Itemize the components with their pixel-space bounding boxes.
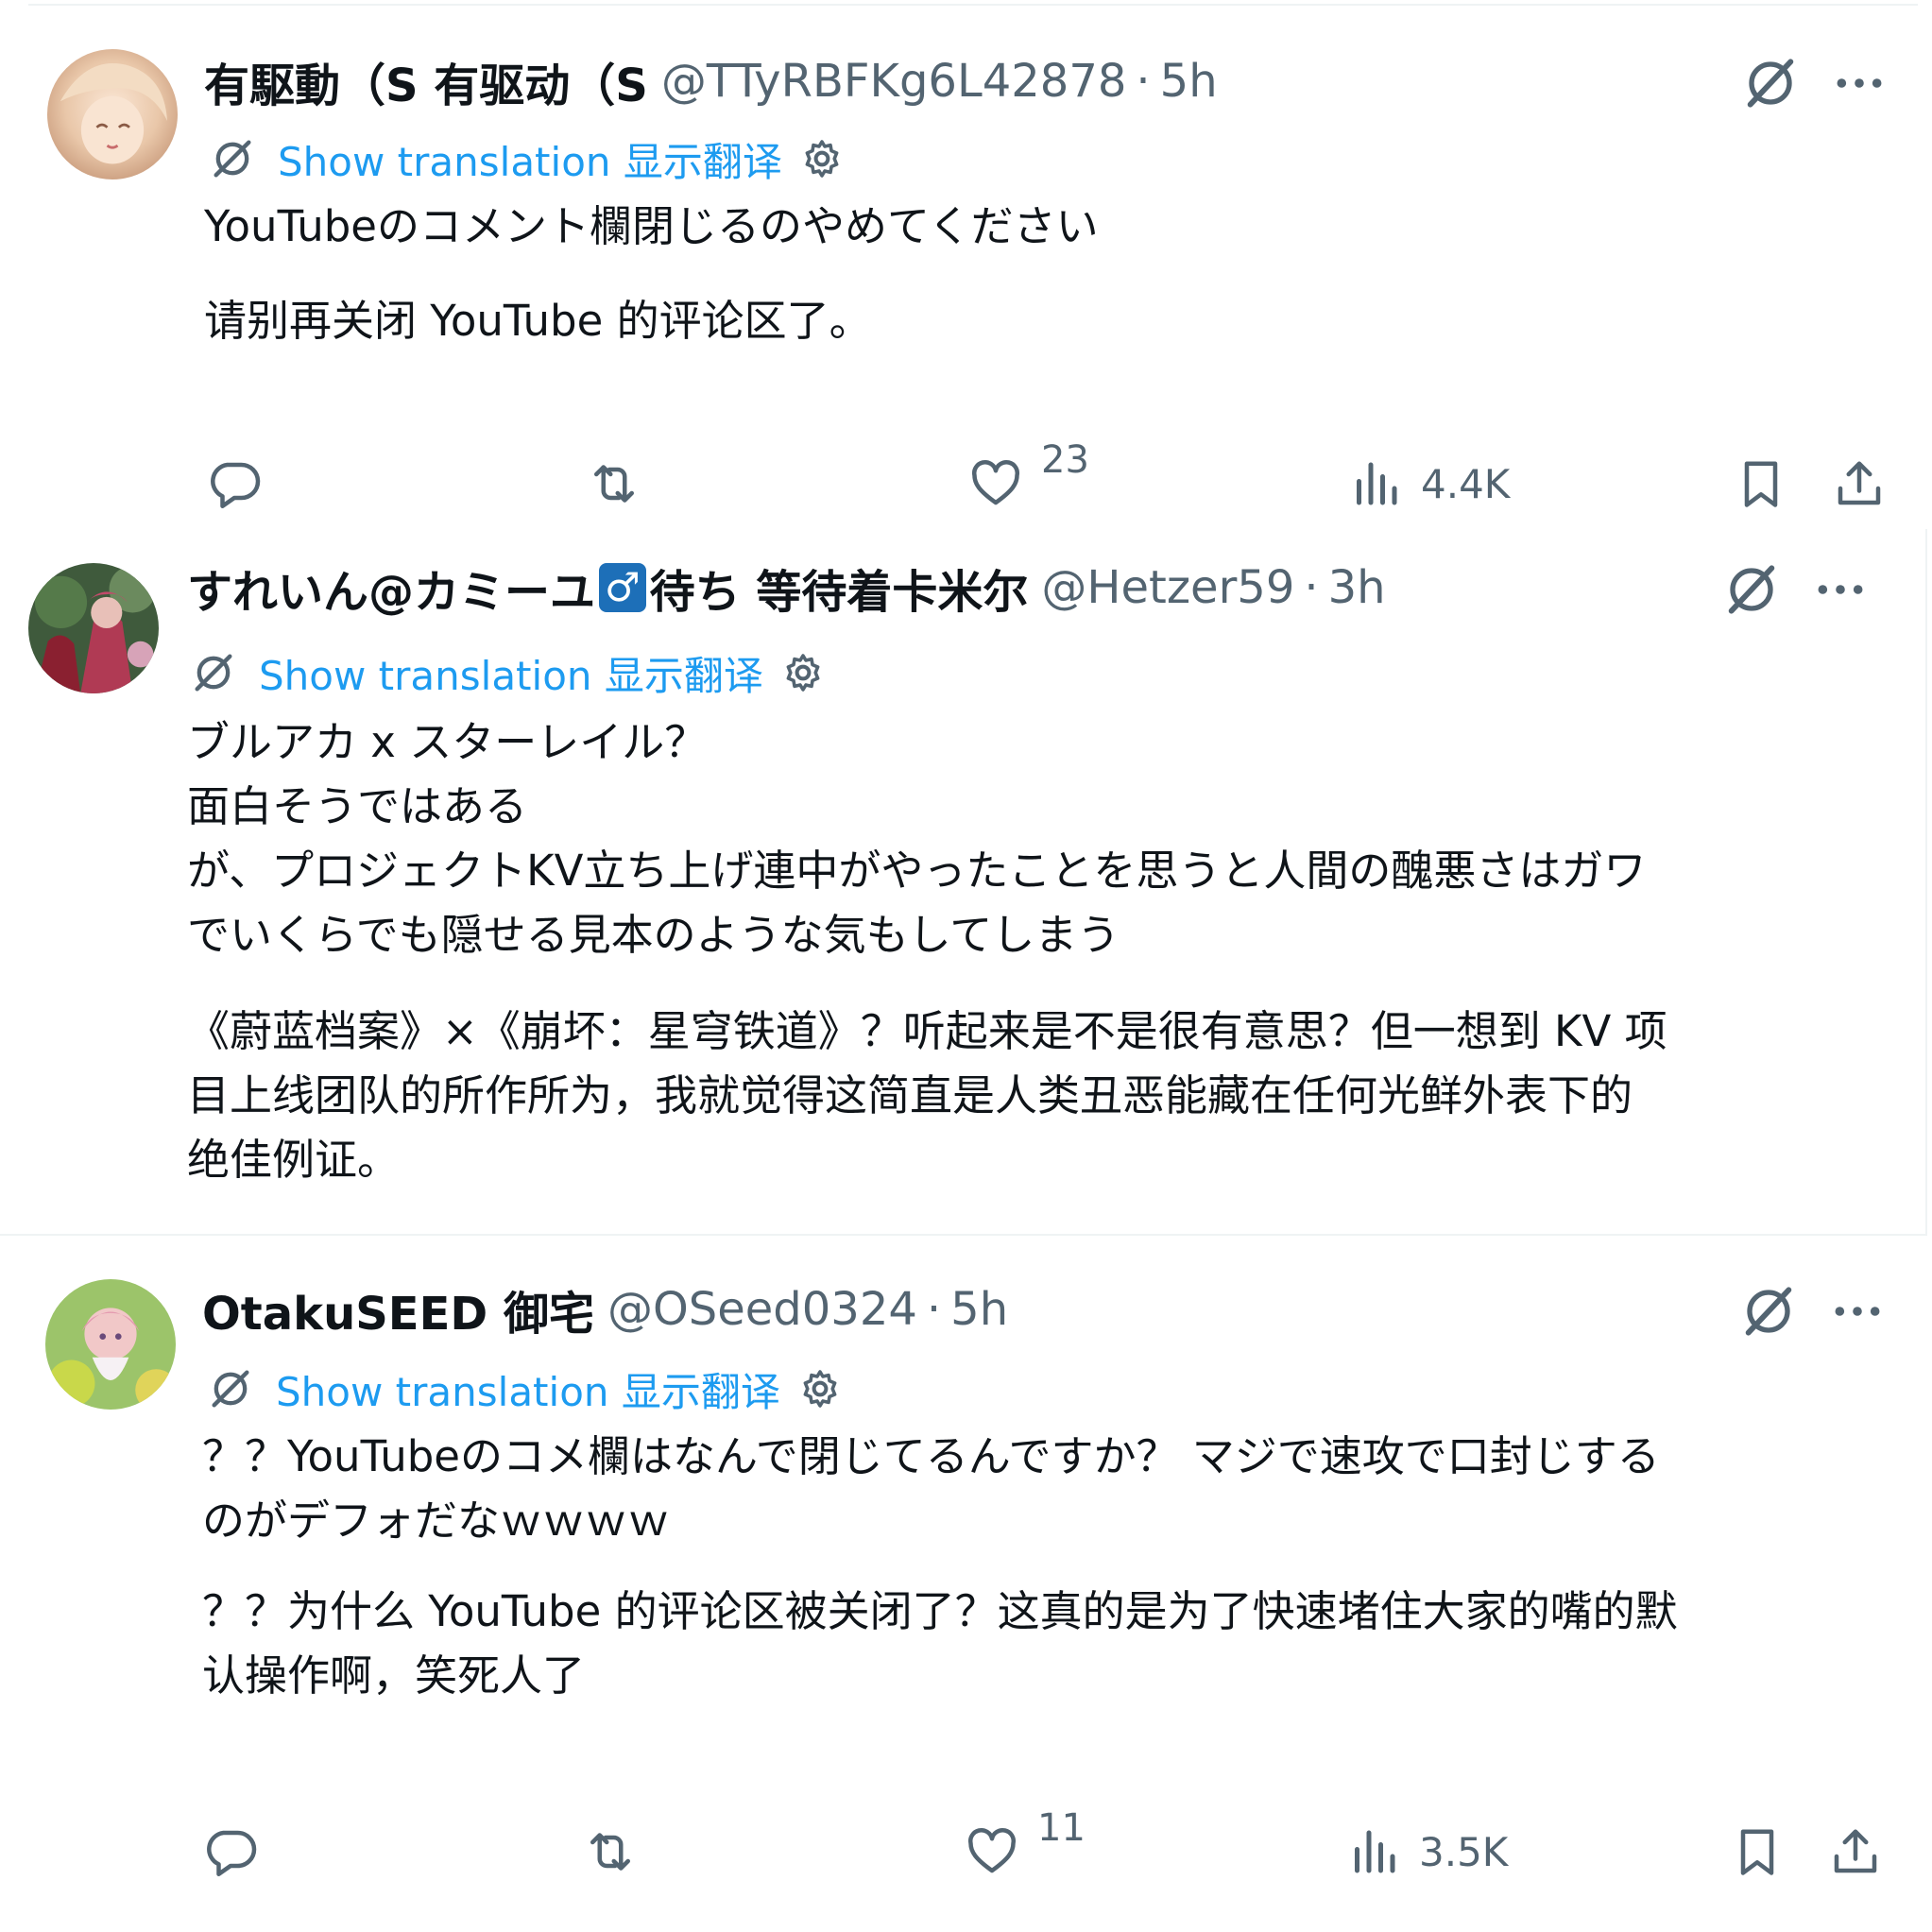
display-name[interactable]: 有駆動（S 有驱动（S <box>204 48 648 114</box>
separator-dot: · <box>926 1283 942 1336</box>
show-translation-row[interactable]: Show translation 显示翻译 <box>208 130 845 187</box>
bookmark-button[interactable] <box>1733 455 1789 512</box>
tweet-header: OtakuSEED 御宅 @OSeed0324 · 5h <box>202 1276 1008 1342</box>
reply-icon <box>207 1830 257 1876</box>
like-button[interactable]: 23 <box>967 438 1089 512</box>
translate-icon <box>189 648 238 697</box>
male-sign-emoji: ♂ <box>599 563 646 612</box>
translate-icon <box>206 1364 255 1413</box>
separator-dot: · <box>1136 55 1151 108</box>
gear-icon[interactable] <box>799 136 845 181</box>
display-name-part1[interactable]: すれいん@カミーユ <box>187 555 595 621</box>
show-translation-link[interactable]: Show translation 显示翻译 <box>276 1360 780 1418</box>
avatar[interactable] <box>28 563 159 693</box>
views-button[interactable]: 4.4K <box>1347 455 1510 512</box>
tweet-original-text: ブルアカ x スターレイル？ 面白そうではある が、プロジェクトKV立ち上げ連中… <box>187 717 1647 960</box>
show-translation-link[interactable]: Show translation 显示翻译 <box>278 130 782 188</box>
tweet-original-text: ？？YouTubeのコメ欄はなんで閉じてるんですか？ マジで速攻で口封じする の… <box>202 1431 1660 1546</box>
retweet-icon <box>594 465 634 503</box>
timestamp[interactable]: 5h <box>950 1283 1008 1336</box>
action-bar: 11 3.5K <box>0 1806 1932 1891</box>
avatar-image <box>47 49 178 180</box>
translate-icon <box>208 134 257 183</box>
view-count: 3.5K <box>1419 1828 1509 1875</box>
tweet-translated-text: 《蔚蓝档案》×《崩坏：星穹铁道》？听起来是不是很有意思？但一想到 KV 项 目上… <box>187 1006 1667 1185</box>
more-icon[interactable] <box>1810 559 1871 620</box>
grok-icon[interactable] <box>1721 559 1782 620</box>
like-icon <box>971 460 1020 505</box>
like-count: 11 <box>1037 1806 1086 1850</box>
views-button[interactable]: 3.5K <box>1345 1823 1508 1880</box>
show-translation-row[interactable]: Show translation 显示翻译 <box>189 644 826 701</box>
display-name-part2[interactable]: 待ち 等待着卡米尔 <box>650 555 1029 621</box>
retweet-icon <box>590 1833 630 1871</box>
separator-dot: · <box>1304 561 1319 614</box>
timestamp[interactable]: 3h <box>1328 561 1386 614</box>
bookmark-button[interactable] <box>1729 1823 1786 1880</box>
show-translation-link[interactable]: Show translation 显示翻译 <box>259 644 763 702</box>
avatar-image <box>28 563 159 693</box>
view-count: 4.4K <box>1421 460 1511 507</box>
share-icon <box>1834 1829 1877 1873</box>
user-handle[interactable]: @OSeed0324 <box>607 1283 917 1336</box>
views-icon <box>1355 1830 1395 1873</box>
avatar-image <box>45 1279 176 1410</box>
display-name[interactable]: OtakuSEED 御宅 <box>202 1276 594 1342</box>
action-bar: 23 4.4K <box>0 438 1932 523</box>
views-icon <box>1357 462 1397 505</box>
reply-button[interactable] <box>206 455 263 512</box>
reply-button[interactable] <box>202 1823 259 1880</box>
like-button[interactable]: 11 <box>964 1806 1086 1880</box>
gear-icon[interactable] <box>797 1366 843 1411</box>
avatar[interactable] <box>45 1279 176 1410</box>
show-translation-row[interactable]: Show translation 显示翻译 <box>206 1360 843 1417</box>
tweet-original-text: YouTubeのコメント欄閉じるのやめてください <box>204 201 1099 251</box>
more-icon[interactable] <box>1827 1281 1888 1342</box>
share-icon <box>1838 461 1881 505</box>
bookmark-icon <box>1740 1829 1774 1875</box>
tweet-header: 有駆動（S 有驱动（S @TTyRBFKg6L42878 · 5h <box>204 48 1218 114</box>
share-button[interactable] <box>1831 455 1888 512</box>
user-handle[interactable]: @Hetzer59 <box>1041 561 1294 614</box>
timestamp[interactable]: 5h <box>1160 55 1218 108</box>
tweet-3[interactable]: OtakuSEED 御宅 @OSeed0324 · 5h Show transl… <box>0 1236 1932 1932</box>
avatar[interactable] <box>47 49 178 180</box>
tweet-2[interactable]: すれいん@カミーユ ♂ 待ち 等待着卡米尔 @Hetzer59 · 3h Sho… <box>0 529 1932 1234</box>
tweet-1[interactable]: 有駆動（S 有驱动（S @TTyRBFKg6L42878 · 5h Show t… <box>0 0 1932 529</box>
grok-icon[interactable] <box>1738 1281 1799 1342</box>
reply-icon <box>211 462 261 508</box>
tweet-translated-text: ？？为什么 YouTube 的评论区被关闭了？这真的是为了快速堵住大家的嘴的默 … <box>202 1586 1678 1701</box>
bookmark-icon <box>1744 461 1778 507</box>
like-icon <box>967 1828 1017 1873</box>
retweet-button[interactable] <box>586 455 642 512</box>
share-button[interactable] <box>1827 1823 1884 1880</box>
user-handle[interactable]: @TTyRBFKg6L42878 <box>661 55 1127 108</box>
retweet-button[interactable] <box>582 1823 639 1880</box>
gear-icon[interactable] <box>780 650 826 695</box>
tweet-header: すれいん@カミーユ ♂ 待ち 等待着卡米尔 @Hetzer59 · 3h <box>187 555 1386 621</box>
tweet-translated-text: 请别再关闭 YouTube 的评论区了。 <box>204 296 872 346</box>
grok-icon[interactable] <box>1740 53 1801 113</box>
more-icon[interactable] <box>1829 53 1889 113</box>
like-count: 23 <box>1041 438 1089 482</box>
